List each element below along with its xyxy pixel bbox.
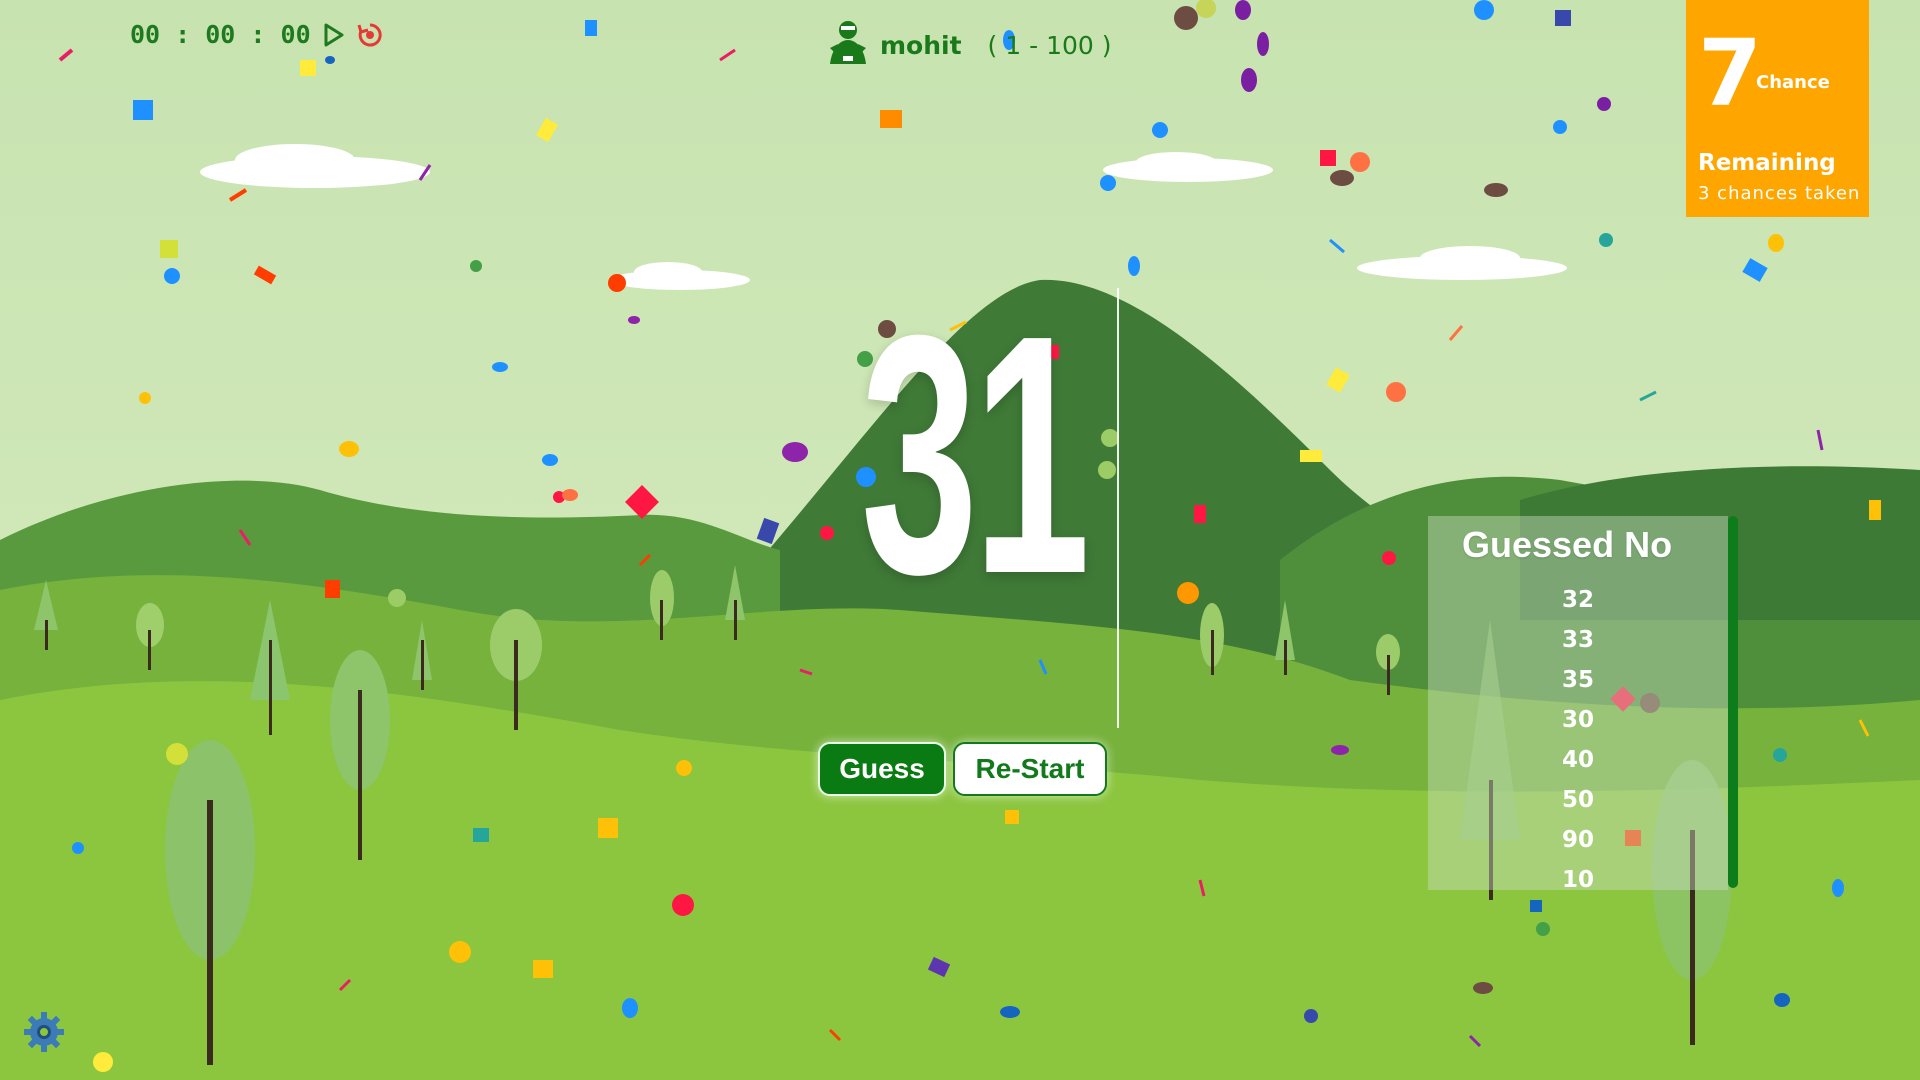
game-timer: 00 : 00 : 00 — [130, 20, 383, 49]
guessed-item: 33 — [1561, 627, 1594, 653]
guess-button[interactable]: Guess — [818, 742, 946, 796]
guessed-item: 30 — [1561, 707, 1594, 733]
restart-button[interactable]: Re-Start — [953, 742, 1107, 796]
player-avatar-icon — [826, 18, 870, 72]
play-icon[interactable] — [323, 23, 345, 47]
guessed-item: 10 — [1561, 867, 1594, 893]
guessed-item: 90 — [1561, 827, 1594, 853]
guessed-title: Guessed No — [1462, 524, 1673, 565]
chances-panel: 7 Chance Remaining 3 chances taken — [1686, 0, 1869, 217]
chances-taken-label: 3 chances taken — [1698, 183, 1861, 204]
guessed-item: 40 — [1561, 747, 1594, 773]
timer-display: 00 : 00 : 00 — [130, 20, 311, 49]
game-screen: 00 : 00 : 00 mohit ( 1 - 100 ) 7 Chance … — [0, 0, 1920, 1080]
reset-icon[interactable] — [357, 22, 383, 48]
player-info: mohit ( 1 - 100 ) — [826, 18, 1112, 72]
guessed-list-scrollbar[interactable] — [1728, 516, 1738, 888]
guessed-item: 50 — [1561, 787, 1594, 813]
player-name: mohit — [880, 30, 962, 60]
guessed-item: 32 — [1561, 587, 1594, 613]
guessed-list: 32 33 35 30 40 50 90 10 — [1428, 580, 1728, 900]
input-cursor-line — [1117, 288, 1119, 728]
gear-icon[interactable] — [22, 1010, 66, 1058]
chances-remaining-count: 7 — [1698, 20, 1763, 127]
number-display: 31 — [860, 265, 1091, 645]
remaining-label: Remaining — [1698, 150, 1836, 176]
chances-unit-label: Chance — [1756, 72, 1830, 93]
guessed-numbers-panel: Guessed No 32 33 35 30 40 50 90 10 — [1428, 516, 1728, 893]
guessed-item: 35 — [1561, 667, 1594, 693]
number-range: ( 1 - 100 ) — [987, 30, 1112, 60]
